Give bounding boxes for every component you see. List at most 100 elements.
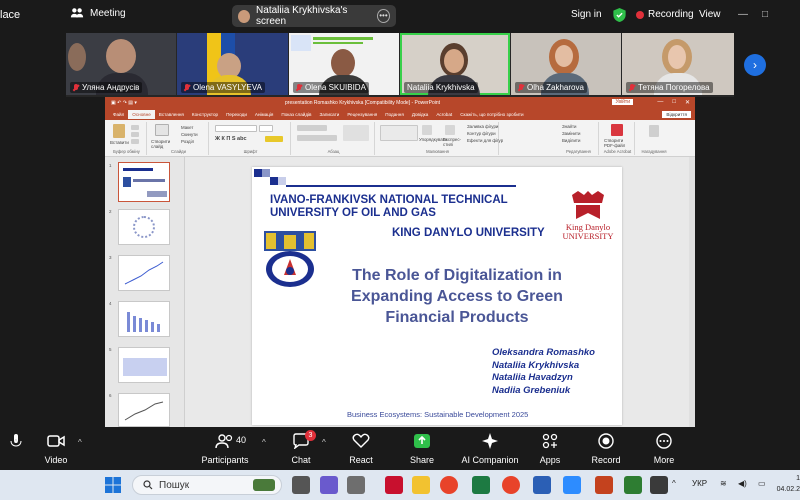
video-button[interactable]: Video [26, 431, 86, 465]
select-button[interactable]: Виділити [562, 138, 580, 143]
tab-record[interactable]: Записати [316, 110, 344, 119]
tab-animations[interactable]: Анімація [251, 110, 277, 119]
antivirus-icon[interactable] [385, 476, 403, 494]
slide-thumbnail[interactable] [118, 393, 170, 427]
pdf-icon[interactable] [611, 124, 623, 136]
participant-tile[interactable]: Уляна Андрусів [66, 33, 176, 95]
participant-tile-active[interactable]: Nataliia Krykhivska [400, 33, 510, 95]
video-options-chevron-icon[interactable]: ^ [78, 438, 82, 447]
tab-acrobat[interactable]: Acrobat [432, 110, 456, 119]
tell-me-search[interactable]: Скажіть, що потрібно зробити [456, 110, 527, 119]
current-slide[interactable]: IVANO-FRANKIVSK NATIONAL TECHNICAL UNIVE… [252, 167, 622, 425]
slide-thumbnail[interactable] [118, 347, 170, 383]
new-slide-label[interactable]: Створити слайд [151, 139, 175, 149]
paste-label[interactable]: Вставити [110, 140, 129, 145]
camera-app-icon[interactable] [347, 476, 365, 494]
find-button[interactable]: Знайти [562, 124, 576, 129]
view-button[interactable]: View [699, 9, 721, 20]
format-painter-icon[interactable] [131, 139, 139, 144]
battery-icon[interactable]: ▭ [758, 479, 766, 488]
slide-thumbnail[interactable] [118, 209, 170, 245]
shape-outline-button[interactable]: Контур фігури [467, 131, 496, 136]
quick-styles-label[interactable]: Експрес-стилі [443, 137, 463, 147]
chat-options-chevron-icon[interactable]: ^ [322, 438, 326, 447]
word-icon[interactable] [533, 476, 551, 494]
app-icon[interactable] [624, 476, 642, 494]
task-view-icon[interactable] [292, 476, 310, 494]
record-button[interactable]: Record [576, 431, 636, 465]
security-shield-icon[interactable] [613, 8, 626, 22]
slide-thumbnail[interactable] [118, 162, 170, 202]
font-color-icon[interactable] [265, 136, 283, 142]
recording-indicator[interactable]: Recording [636, 9, 694, 20]
ppt-close-icon[interactable]: ✕ [685, 99, 690, 106]
create-pdf-label[interactable]: Створити PDF-файл [604, 138, 634, 148]
participant-tile[interactable]: Olha Zakharova [511, 33, 621, 95]
ppt-minimize-icon[interactable]: — [657, 99, 663, 106]
slide-thumbnail[interactable] [118, 301, 170, 337]
tab-transitions[interactable]: Переходи [222, 110, 251, 119]
wifi-icon[interactable]: ≋ [720, 479, 727, 488]
section-button[interactable]: Розділ [181, 139, 194, 144]
paste-icon[interactable] [113, 124, 125, 138]
bullets-icon[interactable] [297, 125, 327, 131]
ai-companion-button[interactable]: AI Companion [460, 431, 520, 465]
shape-effects-button[interactable]: Ефекти для фігур [467, 138, 503, 143]
react-button[interactable]: React [331, 431, 391, 465]
new-slide-icon[interactable] [155, 124, 169, 136]
chat-app-icon[interactable] [320, 476, 338, 494]
taskbar-search-input[interactable]: Пошук [132, 475, 282, 495]
quick-access-icons[interactable]: ▣ ↶ ↷ ▤ ▾ [111, 100, 137, 106]
app-icon[interactable] [650, 476, 668, 494]
apps-button[interactable]: Apps [520, 431, 580, 465]
tab-view[interactable]: Подання [381, 110, 408, 119]
tab-file[interactable]: Файл [109, 110, 128, 119]
file-explorer-icon[interactable] [412, 476, 430, 494]
text-direction-icon[interactable] [343, 125, 369, 141]
tab-insert[interactable]: Вставлення [155, 110, 188, 119]
copy-icon[interactable] [131, 132, 139, 137]
minimize-icon[interactable]: — [738, 9, 748, 20]
tab-review[interactable]: Рецензування [343, 110, 381, 119]
reset-button[interactable]: Скинути [181, 132, 198, 137]
shapes-gallery[interactable] [380, 125, 418, 141]
participant-tile[interactable]: Olena VASYLYEVA [177, 33, 288, 95]
cut-icon[interactable] [131, 125, 139, 130]
layout-button[interactable]: Макет [181, 125, 193, 130]
ppt-sign-in-button[interactable]: Увійти [612, 99, 633, 105]
align-icon[interactable] [297, 135, 337, 141]
powerpoint-icon[interactable] [595, 476, 613, 494]
participant-tile[interactable]: Тетяна Погорелова [622, 33, 734, 95]
replace-button[interactable]: Замінити [562, 131, 580, 136]
language-indicator[interactable]: УКР [692, 479, 707, 488]
volume-icon[interactable]: ◀) [738, 479, 747, 488]
participant-tile[interactable]: Olena SKUIBIDA [289, 33, 399, 95]
audio-options-chevron-icon[interactable]: ^ [14, 438, 18, 447]
ppt-share-button[interactable]: Відкриття [662, 111, 691, 118]
participants-options-chevron-icon[interactable]: ^ [262, 438, 266, 447]
tray-overflow-chevron-icon[interactable]: ^ [672, 479, 676, 488]
more-options-icon[interactable]: ••• [376, 9, 390, 23]
slide-thumbnail[interactable] [118, 255, 170, 291]
share-button[interactable]: Share [392, 431, 452, 465]
tab-slideshow[interactable]: Показ слайдів [277, 110, 315, 119]
font-size-select[interactable] [259, 125, 273, 132]
windows-start-icon[interactable] [104, 476, 122, 494]
tab-help[interactable]: Довідка [408, 110, 433, 119]
font-name-select[interactable] [215, 125, 257, 132]
zoom-icon[interactable] [563, 476, 581, 494]
maximize-icon[interactable]: □ [762, 9, 768, 20]
bold-button[interactable]: Ж К П S abc [215, 136, 247, 142]
clock[interactable]: 1 04.02.2 [776, 473, 800, 495]
next-page-chevron-icon[interactable]: › [744, 54, 766, 76]
chrome-profile-icon[interactable] [502, 476, 520, 494]
chat-button[interactable]: Chat [271, 431, 331, 465]
quick-styles-icon[interactable] [445, 125, 455, 135]
vertical-scrollbar[interactable] [689, 157, 695, 427]
reminder-icon[interactable] [649, 125, 659, 137]
chrome-icon[interactable] [440, 476, 458, 494]
screen-share-indicator[interactable]: Nataliia Krykhivska's screen ••• [232, 5, 396, 27]
excel-icon[interactable] [472, 476, 490, 494]
sign-in-link[interactable]: Sign in [571, 9, 602, 20]
meeting-button[interactable]: Meeting [70, 6, 126, 20]
